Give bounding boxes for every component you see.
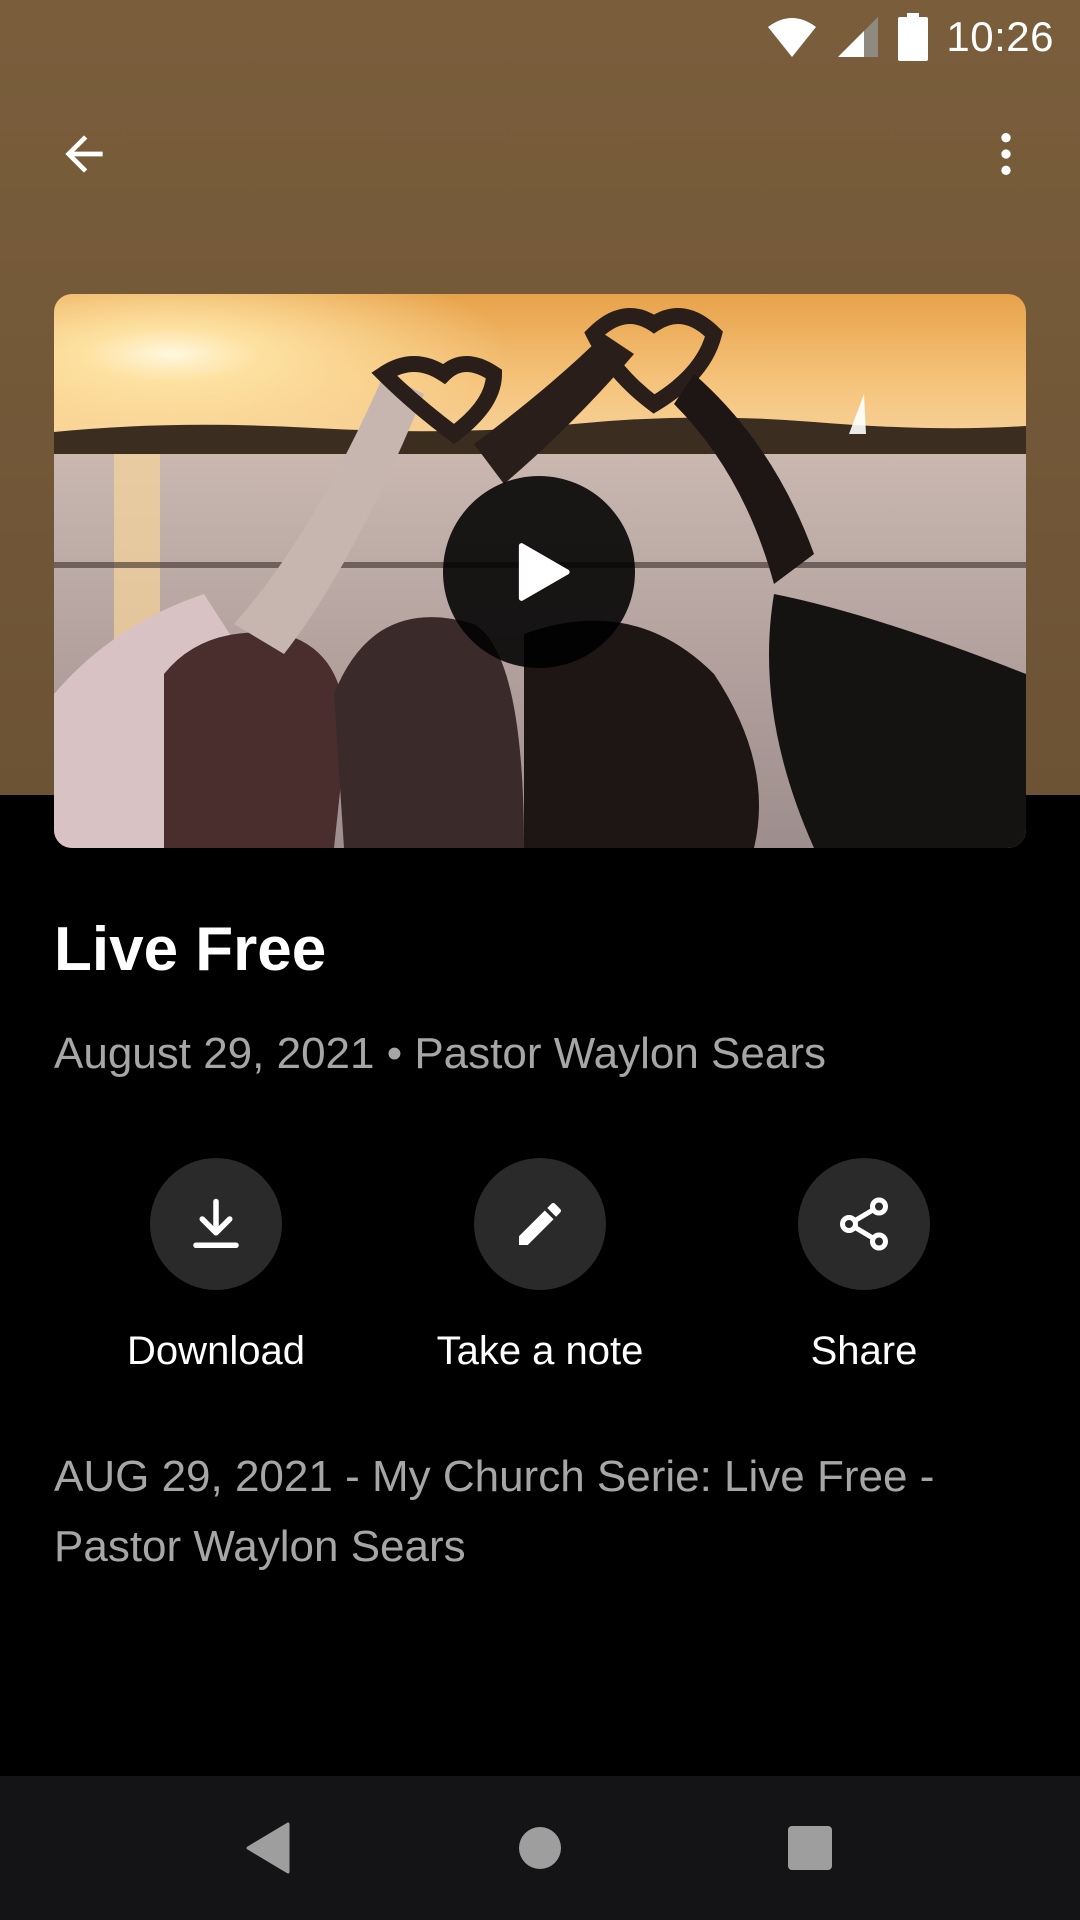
back-button[interactable] [40, 110, 128, 198]
system-nav-bar [0, 1776, 1080, 1920]
battery-icon [898, 13, 929, 61]
take-note-button[interactable]: Take a note [380, 1158, 700, 1376]
status-time: 10:26 [946, 13, 1054, 60]
more-options-button[interactable] [962, 110, 1050, 198]
download-icon [193, 1198, 239, 1248]
sermon-description: AUG 29, 2021 - My Church Serie: Live Fre… [54, 1452, 935, 1571]
take-note-button-circle[interactable] [474, 1158, 606, 1290]
download-button-circle[interactable] [150, 1158, 282, 1290]
nav-recents-button[interactable] [760, 1798, 860, 1898]
share-button[interactable]: Share [704, 1158, 1024, 1376]
signal-icon [838, 17, 879, 57]
share-label: Share [810, 1329, 918, 1373]
triangle-back-icon [246, 1822, 290, 1874]
sermon-meta: August 29, 2021 • Pastor Waylon Sears [54, 1029, 826, 1078]
download-button[interactable]: Download [56, 1158, 376, 1376]
share-button-circle[interactable] [798, 1158, 930, 1290]
share-icon [840, 1197, 888, 1251]
action-row: Download Take a note Share [0, 1158, 1080, 1378]
square-recents-icon [788, 1826, 832, 1870]
nav-home-button[interactable] [490, 1798, 590, 1898]
download-label: Download [127, 1329, 305, 1373]
wifi-icon [768, 18, 817, 57]
arrow-left-icon [65, 135, 103, 173]
play-button[interactable] [443, 476, 635, 668]
pencil-icon [519, 1202, 562, 1245]
sermon-title: Live Free [54, 915, 327, 984]
play-icon [518, 543, 570, 601]
status-bar: 10:26 [0, 0, 1080, 76]
circle-home-icon [519, 1827, 561, 1869]
take-note-label: Take a note [436, 1329, 644, 1373]
nav-back-button[interactable] [218, 1798, 318, 1898]
more-vertical-icon [1001, 133, 1011, 175]
sermon-video-thumbnail[interactable] [54, 294, 1026, 848]
